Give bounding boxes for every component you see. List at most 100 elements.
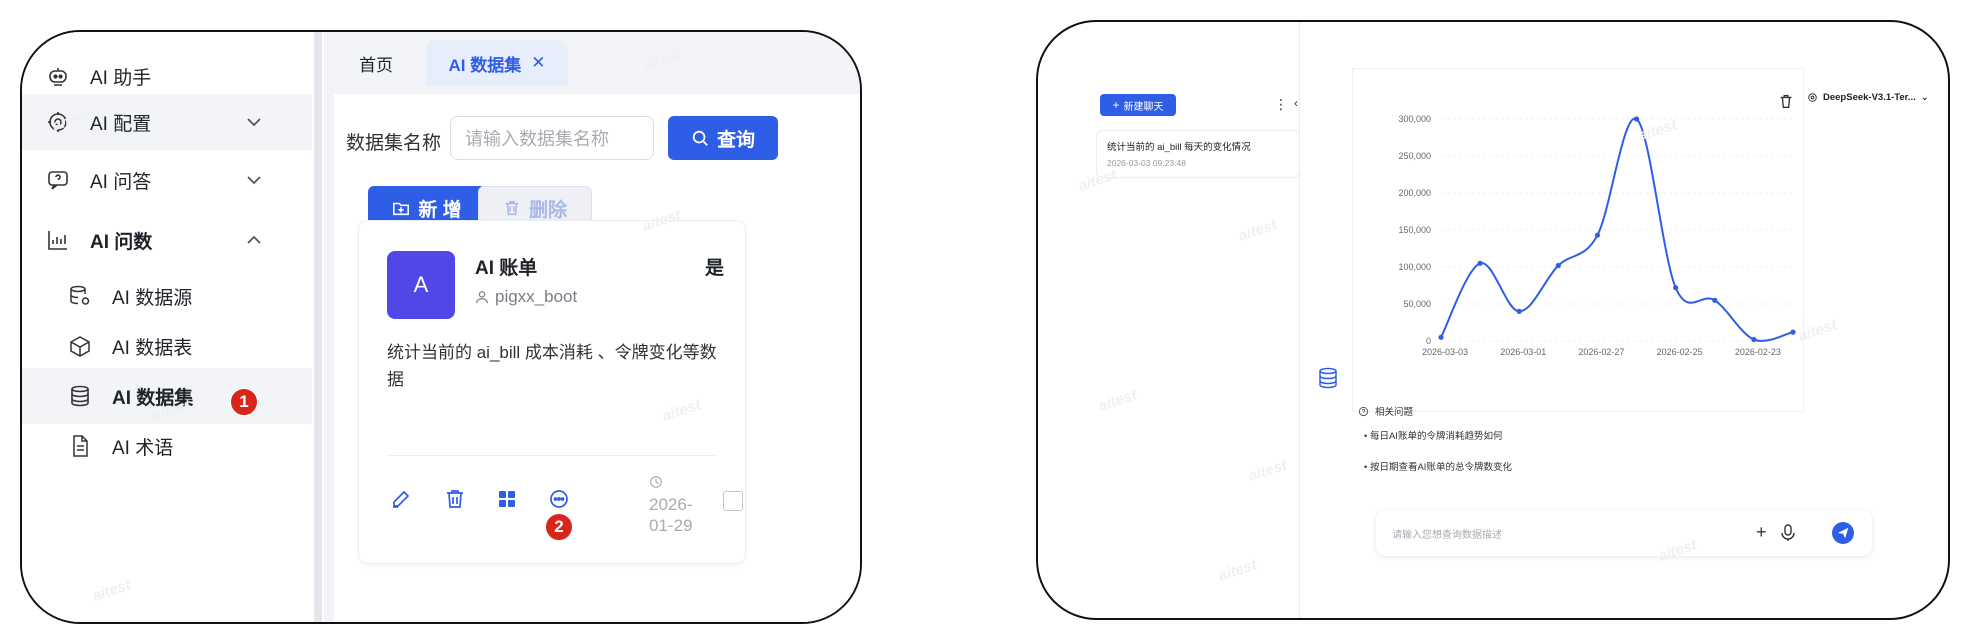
database-gear-icon — [66, 282, 94, 310]
tab-ai-dataset[interactable]: AI 数据集 ✕ — [426, 40, 568, 86]
close-icon[interactable]: ✕ — [531, 53, 545, 73]
right-screenshot-frame: + 新建聊天 ⋮ ‹ 统计当前的 ai_bill 每天的变化情况 2026-03… — [1036, 20, 1950, 620]
query-button-label: 查询 — [716, 129, 755, 151]
sidebar-item-ai-datatable[interactable]: AI 数据表 — [22, 318, 312, 374]
history-title: 统计当前的 ai_bill 每天的变化情况 — [1107, 142, 1251, 153]
chat-input-placeholder: 请输入您想查询数据描述 — [1392, 530, 1502, 541]
user-icon — [476, 291, 488, 304]
chat-question-icon — [44, 166, 72, 194]
related-questions-title: 相关问题 — [1358, 404, 1413, 418]
new-chat-label: 新建聊天 — [1123, 101, 1164, 113]
sidebar-item-label: AI 数据表 — [112, 337, 193, 359]
sidebar-item-label: AI 配置 — [90, 113, 152, 135]
data-point — [1516, 308, 1522, 314]
tab-home[interactable]: 首页 — [344, 40, 408, 86]
chevron-down-icon: ⌄ — [1920, 92, 1929, 103]
dataset-card[interactable]: A AI 账单 是 pigxx_boot 统计当前的 ai_bill 成本消耗 … — [358, 220, 746, 564]
dataset-name-input[interactable]: 请输入数据集名称 — [450, 116, 654, 160]
chat-input-box[interactable]: 请输入您想查询数据描述 + — [1376, 510, 1872, 556]
trash-icon — [505, 200, 519, 216]
data-point — [1673, 285, 1679, 291]
folder-add-icon — [393, 202, 410, 216]
x-tick-label: 2026-02-27 — [1578, 347, 1624, 357]
data-point — [1633, 116, 1640, 122]
related-question-item[interactable]: • 每日AI账单的令牌消耗趋势如何 — [1364, 428, 1502, 442]
related-question-item[interactable]: • 按日期查看AI账单的总令牌数变化 — [1364, 459, 1512, 473]
y-tick-label: 150,000 — [1398, 225, 1431, 235]
collapse-icon[interactable]: ‹ — [1294, 96, 1298, 110]
chat-history-item[interactable]: 统计当前的 ai_bill 每天的变化情况 2026-03-03 09:23:4… — [1096, 130, 1300, 178]
plus-icon: + — [1112, 98, 1120, 112]
document-icon — [66, 432, 94, 460]
send-button[interactable] — [1832, 522, 1854, 544]
sidebar-item-ai-qa[interactable]: AI 问答 — [22, 152, 312, 208]
chevron-down-icon — [247, 118, 261, 127]
edit-icon[interactable] — [389, 487, 413, 511]
line-chart: 0 50,000 100,000 150,000 200,000 250,000 300,0… — [1398, 114, 1796, 357]
data-point — [1712, 297, 1718, 303]
related-question-label: 每日AI账单的令牌消耗趋势如何 — [1369, 431, 1503, 442]
data-point — [1477, 260, 1483, 266]
sidebar-item-label: AI 助手 — [90, 67, 152, 89]
tab-bar: 首页 AI 数据集 ✕ — [324, 32, 860, 86]
data-point — [1790, 329, 1796, 335]
card-title: AI 账单 — [475, 258, 538, 279]
database-icon — [1319, 367, 1337, 389]
sidebar: AI 助手 AI 配置 AI 问答 AI 问数 AI 数据源 AI 数据表 AI… — [22, 32, 314, 622]
model-selector[interactable]: DeepSeek-V3.1-Ter... ⌄ — [1807, 92, 1929, 103]
sidebar-item-label: AI 问数 — [90, 231, 153, 253]
clock-icon — [650, 476, 662, 488]
sidebar-item-ai-data-query[interactable]: AI 问数 — [22, 212, 312, 268]
bar-chart-icon — [44, 226, 72, 254]
gear-icon — [1808, 93, 1817, 102]
data-point — [1751, 336, 1757, 343]
sidebar-item-ai-term[interactable]: AI 术语 — [22, 418, 312, 474]
dataset-panel: 数据集名称 请输入数据集名称 查询 新 增 删除 A AI 账单 是 pigxx… — [334, 94, 860, 622]
owner-name: pigxx_boot — [495, 287, 578, 306]
dataset-name-label: 数据集名称 — [346, 133, 442, 154]
y-tick-label: 0 — [1426, 336, 1431, 346]
trash-icon[interactable] — [443, 487, 467, 511]
sidebar-item-ai-dataset[interactable]: AI 数据集 — [22, 368, 312, 424]
query-button[interactable]: 查询 — [668, 116, 778, 160]
y-tick-label: 250,000 — [1398, 151, 1431, 161]
left-screenshot-frame: AI 助手 AI 配置 AI 问答 AI 问数 AI 数据源 AI 数据表 AI… — [20, 30, 862, 624]
card-date: 2026- 01-29 — [649, 473, 692, 536]
card-checkbox[interactable] — [723, 491, 743, 511]
tab-label: AI 数据集 — [448, 55, 522, 75]
more-icon[interactable]: ⋮ — [1274, 96, 1288, 113]
card-owner: pigxx_boot — [475, 287, 577, 307]
model-name: DeepSeek-V3.1-Ter... — [1823, 92, 1916, 103]
sidebar-scrollbar[interactable] — [314, 32, 322, 622]
trash-icon[interactable] — [1777, 92, 1795, 110]
avatar: A — [387, 251, 455, 319]
data-point — [1555, 262, 1561, 269]
chart-card: 0 50,000 100,000 150,000 200,000 250,000 300,0… — [1352, 68, 1804, 412]
x-tick-label: 2026-02-23 — [1735, 347, 1781, 357]
step-badge-2: 2 — [545, 513, 573, 541]
chat-main: 0 50,000 100,000 150,000 200,000 250,000 300,0… — [1300, 22, 1948, 618]
sidebar-item-label: AI 数据集 — [112, 387, 194, 409]
sidebar-item-ai-datasource[interactable]: AI 数据源 — [22, 268, 312, 324]
y-tick-label: 100,000 — [1398, 262, 1431, 272]
sidebar-item-label: AI 问答 — [90, 171, 152, 193]
sidebar-item-label: AI 术语 — [112, 437, 174, 459]
chat-sidebar: + 新建聊天 ⋮ ‹ 统计当前的 ai_bill 每天的变化情况 2026-03… — [1038, 22, 1300, 618]
card-description: 统计当前的 ai_bill 成本消耗 、令牌变化等数据 — [387, 343, 717, 389]
grid-icon[interactable] — [495, 487, 519, 511]
step-badge-1: 1 — [230, 388, 258, 416]
sidebar-item-ai-config[interactable]: AI 配置 — [22, 94, 312, 150]
box-icon — [66, 332, 94, 360]
plus-icon[interactable]: + — [1756, 522, 1767, 543]
sidebar-item-label: AI 数据源 — [112, 287, 193, 309]
send-icon — [1837, 527, 1849, 539]
new-chat-button[interactable]: + 新建聊天 — [1100, 94, 1176, 116]
x-tick-label: 2026-03-01 — [1500, 347, 1546, 357]
robot-icon — [44, 62, 72, 90]
chevron-down-icon — [247, 176, 261, 185]
y-tick-label: 50,000 — [1403, 299, 1431, 309]
microphone-icon[interactable] — [1780, 524, 1796, 542]
history-time: 2026-03-03 09:23:48 — [1107, 158, 1186, 168]
data-point — [1594, 232, 1601, 238]
chat-icon[interactable] — [547, 487, 571, 511]
